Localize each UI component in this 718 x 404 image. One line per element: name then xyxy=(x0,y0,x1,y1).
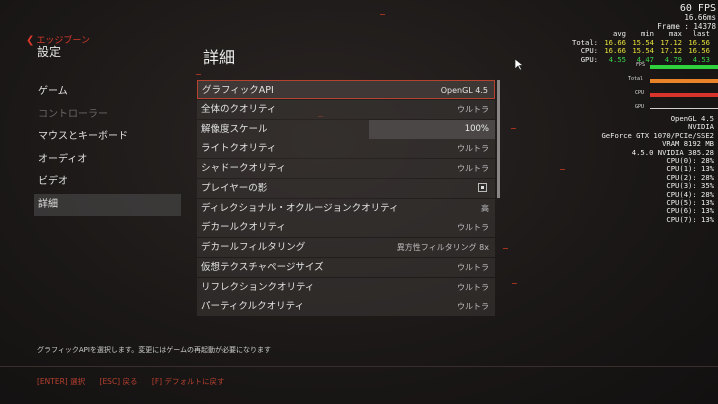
page-title: 詳細 xyxy=(203,48,236,67)
setting-label: グラフィックAPI xyxy=(202,85,274,96)
setting-label: シャドークオリティ xyxy=(201,163,286,174)
graph-label: GPU xyxy=(635,104,645,110)
sidebar-nav: ゲーム コントローラー マウスとキーボード オーディオ ビデオ 詳細 xyxy=(34,81,181,216)
setting-row-particle-quality[interactable]: パーティクルクオリティ ウルトラ xyxy=(197,297,495,317)
sidebar-item-mouse-keyboard[interactable]: マウスとキーボード xyxy=(34,126,181,148)
setting-description: グラフィックAPIを選択します。変更にはゲームの再起動が必要になります xyxy=(37,346,272,354)
setting-value: OpenGL 4.5 xyxy=(440,86,488,95)
setting-label: ライトクオリティ xyxy=(201,143,277,155)
setting-value: ウルトラ xyxy=(457,144,489,154)
system-info: OpenGL 4.5 NVIDIA GeForce GTX 1070/PCIe/… xyxy=(588,114,714,224)
setting-row-player-shadow[interactable]: プレイヤーの影 xyxy=(197,178,495,198)
setting-label: 全体のクオリティ xyxy=(201,103,277,115)
sidebar-item-audio[interactable]: オーディオ xyxy=(34,149,181,171)
setting-label: パーティクルクオリティ xyxy=(201,301,305,313)
check-mark-icon xyxy=(481,185,484,189)
enter-select-hint[interactable]: [ENTER] 選択 xyxy=(37,377,85,386)
sidebar-item-video[interactable]: ビデオ xyxy=(34,171,181,193)
mouse-cursor-icon xyxy=(514,58,524,71)
chevron-left-icon: ❮ xyxy=(26,35,35,46)
gpu-graph-bar xyxy=(650,108,718,109)
esc-back-hint[interactable]: [ESC] 戻る xyxy=(100,377,138,386)
footer-divider xyxy=(0,366,718,367)
setting-value: ウルトラ xyxy=(457,282,489,292)
player-shadow-checkbox[interactable] xyxy=(478,182,487,192)
setting-value: ウルトラ xyxy=(457,262,489,272)
setting-row-decal-filtering[interactable]: デカールフィルタリング 異方性フィルタリング 8x xyxy=(197,238,495,257)
total-graph-bar xyxy=(650,79,718,83)
ember-particle xyxy=(511,128,516,129)
setting-row-resolution-scale[interactable]: 解像度スケール 100% xyxy=(197,119,495,139)
setting-row-shadow-quality[interactable]: シャドークオリティ ウルトラ xyxy=(197,159,495,178)
setting-value: 異方性フィルタリング 8x xyxy=(396,243,489,252)
setting-value: ウルトラ xyxy=(457,164,489,173)
cell: 4.53 xyxy=(692,54,710,64)
setting-label: 解像度スケール xyxy=(201,123,268,135)
resolution-scale-slider[interactable]: 100% xyxy=(369,119,495,139)
setting-row-decal-quality[interactable]: デカールクオリティ ウルトラ xyxy=(197,218,495,238)
setting-value: ウルトラ xyxy=(457,302,489,312)
setting-row-graphics-api[interactable]: グラフィックAPI OpenGL 4.5 xyxy=(197,80,495,99)
setting-value: 高 xyxy=(481,203,489,213)
settings-title: 設定 xyxy=(37,45,62,59)
setting-label: プレイヤーの影 xyxy=(201,182,268,194)
setting-label: リフレクションクオリティ xyxy=(201,281,315,293)
row-label: GPU: xyxy=(580,54,598,64)
setting-label: ディレクショナル・オクルージョンクオリティ xyxy=(201,202,399,214)
setting-row-reflection-quality[interactable]: リフレクションクオリティ ウルトラ xyxy=(197,277,495,297)
setting-value: ウルトラ xyxy=(457,223,489,233)
setting-row-virtual-texture-page-size[interactable]: 仮想テクスチャページサイズ ウルトラ xyxy=(197,257,495,277)
perf-overlay-header: 60 FPS 16.66ms Frame : 14378 xyxy=(560,3,716,31)
ember-particle xyxy=(560,169,565,170)
ember-particle xyxy=(512,283,517,284)
setting-row-light-quality[interactable]: ライトクオリティ ウルトラ xyxy=(197,139,495,159)
cpu-usage: CPU(7): 13% xyxy=(666,214,714,224)
ember-particle xyxy=(503,248,508,249)
ember-particle xyxy=(380,14,385,15)
setting-row-directional-occlusion[interactable]: ディレクショナル・オクルージョンクオリティ 高 xyxy=(197,198,495,218)
slider-value: 100% xyxy=(464,123,489,134)
perf-timing-table: avg min max last Total: 16.66 15.54 17.12 16.56… xyxy=(566,29,710,64)
setting-label: デカールフィルタリング xyxy=(201,242,306,253)
setting-row-overall-quality[interactable]: 全体のクオリティ ウルトラ xyxy=(197,99,495,119)
settings-scrollbar[interactable] xyxy=(497,80,500,198)
fps-graph-bar xyxy=(650,65,718,69)
setting-value: ウルトラ xyxy=(457,104,489,114)
settings-list: グラフィックAPI OpenGL 4.5 全体のクオリティ ウルトラ 解像度スケ… xyxy=(197,80,495,317)
sidebar-item-controller: コントローラー xyxy=(38,108,108,120)
cpu-graph-bar xyxy=(650,93,718,97)
reset-default-hint[interactable]: [F] デフォルトに戻す xyxy=(152,377,225,386)
setting-label: デカールクオリティ xyxy=(201,222,286,234)
sidebar-item-game[interactable]: ゲーム xyxy=(34,81,181,103)
ember-particle xyxy=(196,74,201,75)
sidebar-item-advanced[interactable]: 詳細 xyxy=(34,193,181,216)
setting-label: 仮想テクスチャページサイズ xyxy=(201,261,324,273)
footer-hints: [ENTER] 選択 [ESC] 戻る [F] デフォルトに戻す xyxy=(37,376,236,387)
cell: 4.55 xyxy=(608,54,626,64)
